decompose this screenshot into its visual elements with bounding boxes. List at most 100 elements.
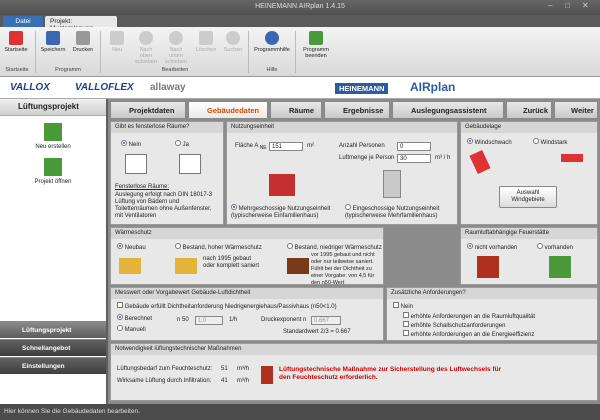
dichtheit-checkbox[interactable]: Gebäude erfüllt Dichtheitanforderung Nie…	[117, 302, 337, 310]
windsock-strong-icon	[561, 154, 583, 162]
panel-title: Notwendigkeit lüftungstechnischer Maßnah…	[111, 344, 597, 355]
personen-stepper[interactable]: 0	[397, 142, 431, 151]
divider	[100, 31, 101, 73]
text-vor-1995: vor 1995 gebaut und nicht oder nur teilw…	[311, 252, 375, 286]
nav-lueftungsprojekt[interactable]: Lüftungsprojekt	[0, 321, 106, 338]
tab-auslegungsassistent[interactable]: Auslegungsassistent	[392, 101, 504, 119]
radio[interactable]	[345, 204, 351, 210]
luftmenge-label: Luftmenge je Person	[339, 155, 395, 161]
back-button[interactable]: Zurück	[506, 101, 552, 119]
option-mehrgeschossig[interactable]: Mehrgeschossige Nutzungseinheit (typisch…	[231, 204, 343, 220]
minimize-icon[interactable]: –	[548, 1, 552, 10]
option-nein[interactable]: Nein	[121, 140, 141, 148]
divider	[248, 31, 249, 73]
checkbox[interactable]	[403, 321, 409, 327]
airplan-logo: AIRplan	[410, 80, 456, 94]
open-project-button[interactable]: Projekt öffnen	[23, 158, 83, 185]
checkbox[interactable]	[117, 302, 123, 308]
new-button[interactable]: Neu	[104, 31, 130, 53]
plus-icon	[110, 31, 124, 45]
radio[interactable]	[287, 243, 293, 249]
fireplace-icon	[549, 256, 571, 278]
option-manuell[interactable]: Manuell	[117, 325, 146, 333]
flaeche-input[interactable]: 151	[269, 142, 303, 151]
nav-schnellangebot[interactable]: Schnellangebot	[0, 339, 106, 356]
group-hilfe: Hilfe	[266, 67, 278, 73]
luftdichtheit-panel: Messwert oder Vorgabewert Gebäude-Luftdi…	[110, 287, 384, 341]
move-down-button[interactable]: Nach unten schieben	[163, 31, 189, 65]
option-eingeschossig[interactable]: Eingeschossige Nutzungseinheit (typische…	[345, 204, 457, 220]
checkbox[interactable]	[403, 312, 409, 318]
print-button[interactable]: Drucken	[70, 31, 96, 53]
tab-gebaeudedaten[interactable]: Gebäudedaten	[188, 101, 268, 119]
new-project-button[interactable]: Neu erstellen	[23, 123, 83, 150]
radio[interactable]	[467, 138, 473, 144]
search-button[interactable]: Suchen	[220, 31, 246, 53]
tab-projektdaten[interactable]: Projektdaten	[110, 101, 186, 119]
option-windstark[interactable]: Windstark	[533, 138, 567, 146]
close-icon[interactable]: ✕	[582, 1, 589, 10]
radio[interactable]	[175, 243, 181, 249]
tab-ergebnisse[interactable]: Ergebnisse	[324, 101, 390, 119]
checkbox[interactable]	[393, 302, 399, 308]
save-icon	[46, 31, 60, 45]
windsock-weak-icon	[469, 149, 491, 175]
status-bar: Hier können Sie die Gebäudedaten bearbei…	[0, 404, 600, 420]
house-icon	[44, 123, 62, 141]
option-niedrig[interactable]: Bestand, niedriger Wärmeschutz	[287, 243, 382, 251]
delete-button[interactable]: Löschen	[193, 31, 219, 53]
personen-label: Anzahl Personen	[339, 143, 385, 149]
option-windschwach[interactable]: Windschwach	[467, 138, 512, 146]
option-ja[interactable]: Ja	[175, 140, 189, 148]
schallschutz-checkbox[interactable]: erhöhte Schallschutzanforderungen	[403, 321, 505, 329]
gebaeudelage-panel: Gebäudelage Windschwach Windstark Auswah…	[460, 121, 598, 225]
tab-projekt[interactable]: Projekt: Musterplanung	[45, 16, 117, 32]
raumluft-checkbox[interactable]: erhöhte Anforderungen an die Raumluftqua…	[403, 312, 535, 320]
radio[interactable]	[467, 243, 473, 249]
tab-raeume[interactable]: Räume	[270, 101, 322, 119]
fensterlose-link[interactable]: Fensterlose Räume:	[115, 184, 169, 190]
windgebiete-button[interactable]: Auswahl Windgebiete	[499, 186, 557, 208]
brand-bar: VALLOX VALLOFLEX allaway HEINEMANN AIRpl…	[0, 77, 600, 99]
radio[interactable]	[117, 325, 123, 331]
luftmenge-stepper[interactable]: 30	[397, 154, 431, 163]
radio[interactable]	[121, 140, 127, 146]
radio[interactable]	[537, 243, 543, 249]
option-berechnet[interactable]: Berechnet	[117, 314, 152, 322]
valloflex-logo: VALLOFLEX	[75, 82, 134, 93]
option-hoch[interactable]: Bestand, hoher Wärmeschutz	[175, 243, 262, 251]
infiltration-value: 41	[221, 378, 228, 384]
nav-einstellungen[interactable]: Einstellungen	[0, 357, 106, 374]
infiltration-label: Wirksame Lüftung durch Infiltration:	[117, 378, 212, 384]
radio[interactable]	[175, 140, 181, 146]
feuchteschutz-value: 51	[221, 366, 228, 372]
zus-nein-checkbox[interactable]: Nein	[393, 302, 413, 310]
startseite-button[interactable]: Startseite	[3, 31, 29, 53]
option-neubau[interactable]: Neubau	[117, 243, 146, 251]
druckexponent-input[interactable]: 0.667	[311, 316, 341, 325]
radio[interactable]	[533, 138, 539, 144]
next-button[interactable]: Weiter	[554, 101, 598, 119]
panel-title: Messwert oder Vorgabewert Gebäude-Luftdi…	[111, 288, 383, 299]
maximize-icon[interactable]: □	[565, 1, 570, 10]
option-vorhanden[interactable]: vorhanden	[537, 243, 573, 251]
main-content: Projektdaten Gebäudedaten Räume Ergebnis…	[108, 99, 600, 404]
radio[interactable]	[117, 314, 123, 320]
printer-icon	[76, 31, 90, 45]
help-button[interactable]: Programmhilfe	[252, 31, 292, 53]
move-up-button[interactable]: Nach oben schieben	[133, 31, 159, 65]
checkbox[interactable]	[403, 330, 409, 336]
fireplace-cross-icon	[477, 256, 499, 278]
fensterlose-raeume-panel: Gibt es fensterlose Räume? Nein Ja Fenst…	[110, 121, 224, 225]
notwendigkeit-panel: Notwendigkeit lüftungstechnischer Maßnah…	[110, 343, 598, 401]
radio[interactable]	[117, 243, 123, 249]
n50-input[interactable]: 1.0	[195, 316, 223, 325]
energieeffizienz-checkbox[interactable]: erhöhte Anforderungen an die Energieeffi…	[403, 330, 534, 338]
standardwert-text: Standardwert 2/3 = 0.667	[283, 329, 351, 335]
tab-datei[interactable]: Datei	[3, 16, 43, 27]
option-nicht-vorhanden[interactable]: nicht vorhanden	[467, 243, 517, 251]
window-check-icon	[125, 154, 147, 174]
exit-button[interactable]: Programm beenden	[300, 31, 332, 59]
save-button[interactable]: Speichern	[40, 31, 66, 53]
radio[interactable]	[231, 204, 237, 210]
